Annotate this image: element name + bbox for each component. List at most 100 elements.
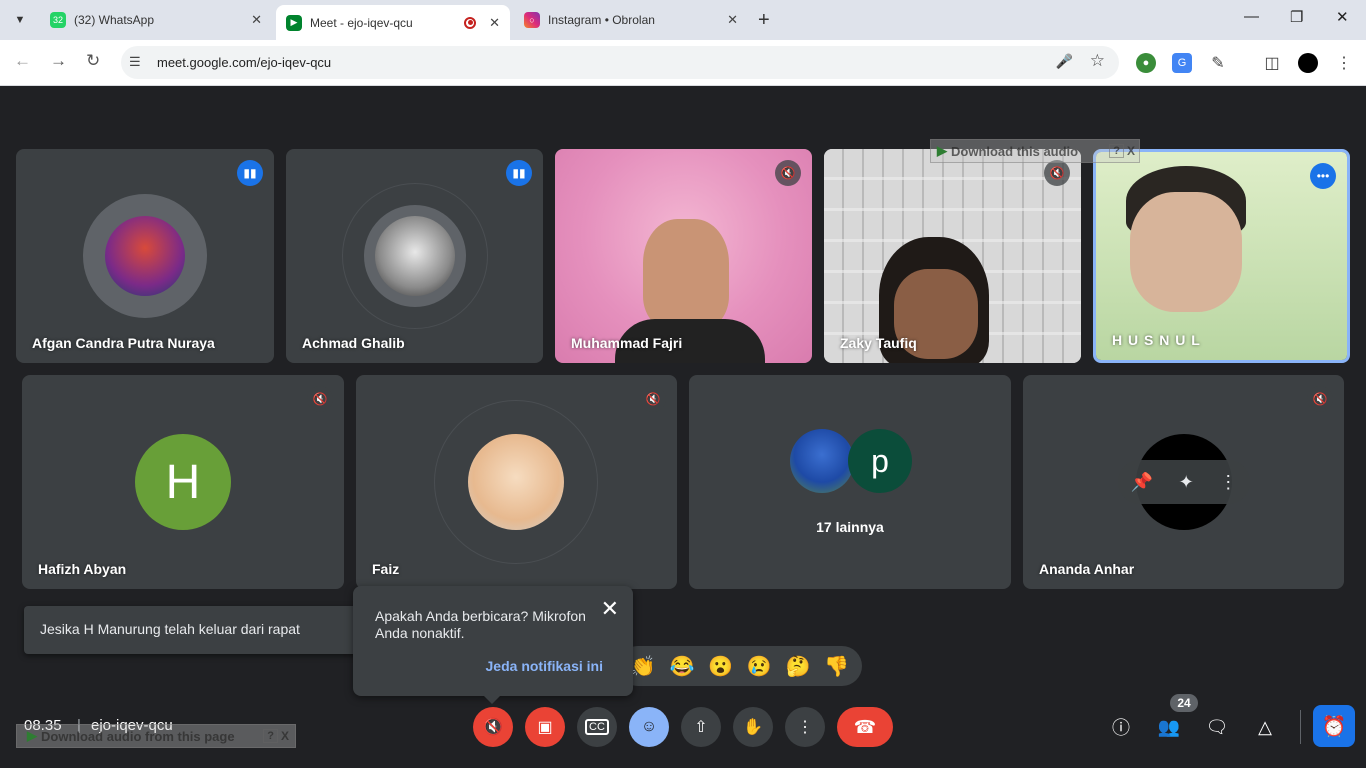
reaction-surprised-icon[interactable]: 😮 — [708, 654, 733, 679]
leave-call-button[interactable]: ☎ — [837, 707, 893, 747]
present-icon: ⇧ — [694, 719, 708, 736]
meet-icon: ▶ — [286, 14, 302, 31]
speaking-indicator-icon: ▮▮ — [237, 160, 263, 186]
pin-icon[interactable]: 📌 — [1131, 472, 1153, 493]
more-options-icon[interactable]: ⋮ — [1219, 472, 1237, 493]
toggle-mic-button[interactable]: 🔇 — [473, 707, 513, 747]
close-overlay-icon[interactable]: X — [1127, 144, 1135, 158]
avatar — [105, 216, 185, 296]
present-screen-button[interactable]: ⇧ — [681, 707, 721, 747]
shapes-icon: △ — [1258, 716, 1272, 737]
close-overlay-icon[interactable]: X — [281, 729, 289, 743]
toggle-camera-button[interactable]: ▣ — [525, 707, 565, 747]
avatar — [790, 429, 854, 493]
google-translate-icon[interactable]: G — [1172, 53, 1192, 73]
participant-tile-hafizh[interactable]: H 🔇 Hafizh Abyan — [22, 375, 344, 589]
participant-tile-others[interactable]: p 17 lainnya — [689, 375, 1011, 589]
chat-button[interactable]: 🗨 — [1204, 714, 1230, 740]
participant-name: Zaky Taufiq — [840, 335, 917, 351]
raise-hand-button[interactable]: ✋ — [733, 707, 773, 747]
avatar — [375, 216, 455, 296]
others-count-label: 17 lainnya — [816, 519, 884, 535]
microphone-icon[interactable]: 🎤 — [1056, 53, 1073, 70]
mic-off-icon: 🔇 — [1044, 160, 1070, 186]
new-tab-button[interactable]: + — [758, 9, 770, 32]
reaction-thumbs-down-icon[interactable]: 👎 — [824, 654, 849, 679]
participant-tile-achmad[interactable]: ▮▮ Achmad Ghalib — [286, 149, 543, 363]
reaction-clap-icon[interactable]: 👏 — [631, 654, 656, 679]
play-icon: ▶ — [27, 728, 37, 743]
more-options-icon[interactable]: ••• — [1310, 163, 1336, 189]
participant-tile-zaky[interactable]: 🔇 Zaky Taufiq — [824, 149, 1081, 363]
back-icon[interactable]: ← — [14, 51, 31, 71]
menu-kebab-icon[interactable]: ⋮ — [1334, 53, 1354, 73]
forward-icon[interactable]: → — [50, 51, 67, 71]
recording-icon — [464, 16, 476, 29]
captions-icon: CC — [585, 719, 609, 735]
mic-off-icon: 🔇 — [775, 160, 801, 186]
tab-whatsapp[interactable]: 32 (32) WhatsApp ✕ — [40, 5, 272, 35]
participant-tile-faiz[interactable]: 🔇 Faiz — [356, 375, 677, 589]
toast-text: Jesika H Manurung telah keluar dari rapa… — [40, 621, 300, 637]
tab-title: Meet - ejo-iqev-qcu — [310, 15, 413, 30]
whatsapp-icon: 32 — [50, 12, 66, 28]
speaking-indicator-icon: ▮▮ — [506, 160, 532, 186]
site-info-icon[interactable]: ☰ — [129, 54, 141, 70]
tab-instagram[interactable]: ○ Instagram • Obrolan ✕ — [514, 5, 748, 35]
participant-name: Achmad Ghalib — [302, 335, 405, 351]
profile-avatar[interactable] — [1298, 53, 1318, 73]
phone-hangup-icon: ☎ — [853, 716, 877, 737]
close-tab-icon[interactable]: ✕ — [727, 12, 738, 28]
download-audio-page-overlay[interactable]: ▶ Download audio from this page ? X — [16, 724, 296, 748]
participant-tile-fajri[interactable]: 🔇 Muhammad Fajri — [555, 149, 812, 363]
bookmark-star-icon[interactable]: ☆ — [1090, 51, 1105, 71]
tab-title: Instagram • Obrolan — [548, 13, 655, 27]
close-window-icon[interactable]: ✕ — [1336, 8, 1349, 26]
reactions-button[interactable]: ☺ — [629, 707, 669, 747]
people-button[interactable]: 👥 — [1156, 714, 1182, 740]
participant-left-toast: Jesika H Manurung telah keluar dari rapa… — [24, 606, 368, 654]
participant-name: Faiz — [372, 561, 400, 577]
participants-count-badge: 24 — [1170, 694, 1198, 712]
emoji-icon: ☺ — [640, 718, 658, 735]
reload-icon[interactable]: ↻ — [86, 51, 100, 71]
activities-button[interactable]: △ — [1252, 714, 1278, 740]
browser-toolbar: ← → ↻ ☰ meet.google.com/ejo-iqev-qcu 🎤 ☆… — [0, 40, 1366, 86]
restore-icon[interactable]: ❐ — [1290, 8, 1303, 26]
captions-button[interactable]: CC — [577, 707, 617, 747]
avatar — [468, 434, 564, 530]
extension-globe-icon[interactable]: ● — [1136, 53, 1156, 73]
more-options-button[interactable]: ⋮ — [785, 707, 825, 747]
participant-name: H U S N U L — [1112, 332, 1201, 348]
help-icon[interactable]: ? — [1109, 144, 1124, 158]
participant-tile-afgan[interactable]: ▮▮ Afgan Candra Putra Nuraya — [16, 149, 274, 363]
participant-tile-husnul[interactable]: ••• H U S N U L — [1093, 149, 1350, 363]
tile-hover-actions: 📌 ✦ ⋮ — [1118, 460, 1250, 504]
close-tab-icon[interactable]: ✕ — [489, 15, 500, 31]
tab-search-button[interactable]: ▼ — [8, 8, 32, 32]
reaction-sad-icon[interactable]: 😢 — [747, 654, 772, 679]
help-icon[interactable]: ? — [263, 729, 278, 743]
mic-off-icon: 🔇 — [1307, 386, 1333, 412]
chat-icon: 🗨 — [1205, 716, 1229, 737]
side-panel-icon[interactable]: ◫ — [1262, 53, 1282, 73]
tab-meet[interactable]: ▶ Meet - ejo-iqev-qcu ✕ — [276, 5, 510, 40]
minimize-icon[interactable]: — — [1244, 8, 1259, 25]
close-notification-icon[interactable]: ✕ — [601, 596, 619, 622]
people-icon: 👥 — [1157, 716, 1181, 737]
participant-name: Ananda Anhar — [1039, 561, 1135, 577]
download-audio-label: Download this audio — [951, 143, 1079, 159]
close-tab-icon[interactable]: ✕ — [251, 12, 262, 28]
download-audio-overlay[interactable]: ▶ Download this audio ? X — [930, 139, 1140, 163]
effects-sparkle-icon[interactable]: ✦ — [1179, 472, 1194, 493]
address-bar[interactable]: ☰ meet.google.com/ejo-iqev-qcu 🎤 ☆ — [121, 46, 1119, 79]
more-vert-icon: ⋮ — [797, 719, 813, 736]
instagram-icon: ○ — [524, 12, 540, 28]
extensions-icon[interactable]: ✎ — [1208, 53, 1228, 73]
reaction-laugh-icon[interactable]: 😂 — [670, 654, 695, 679]
meeting-details-button[interactable]: ⓘ — [1108, 714, 1134, 740]
pause-notifications-link[interactable]: Jeda notifikasi ini — [486, 658, 603, 674]
host-controls-button[interactable]: ⏰ — [1313, 705, 1355, 747]
mic-off-icon: 🔇 — [483, 719, 503, 736]
reaction-thinking-icon[interactable]: 🤔 — [786, 654, 811, 679]
